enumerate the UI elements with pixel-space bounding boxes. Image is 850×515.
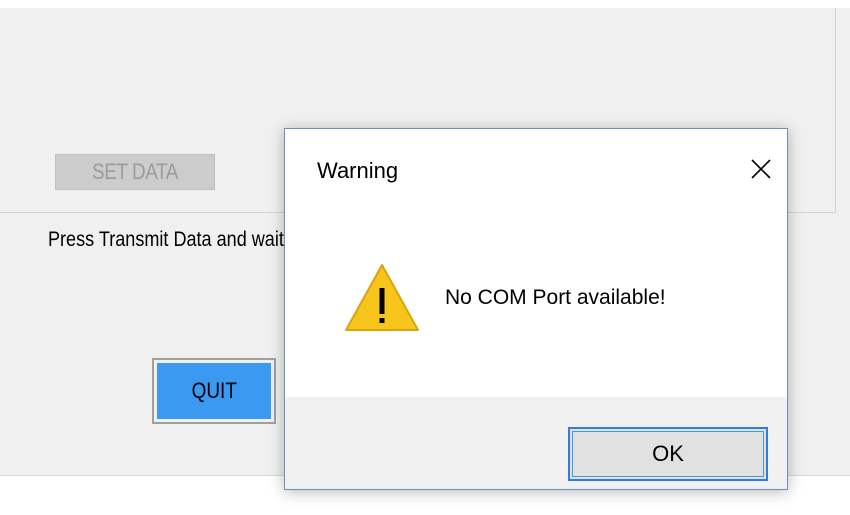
quit-button-label: QUIT — [191, 378, 237, 403]
close-icon — [751, 159, 771, 179]
dialog-footer: OK — [285, 397, 787, 489]
quit-button[interactable]: QUIT — [152, 358, 276, 424]
close-button[interactable] — [743, 151, 779, 187]
dialog-titlebar[interactable]: Warning — [285, 129, 787, 213]
dialog-body: No COM Port available! — [285, 213, 787, 397]
dialog-title: Warning — [317, 158, 399, 183]
window-top-strip — [0, 0, 850, 8]
set-data-button[interactable]: SET DATA — [55, 154, 215, 190]
ok-button-label: OK — [652, 441, 684, 466]
quit-button-face[interactable]: QUIT — [157, 363, 271, 419]
warning-icon — [345, 264, 419, 331]
ok-button[interactable]: OK — [568, 427, 768, 481]
warning-dialog: Warning No COM Port available! OK — [284, 128, 788, 490]
dialog-message: No COM Port available! — [445, 286, 666, 309]
